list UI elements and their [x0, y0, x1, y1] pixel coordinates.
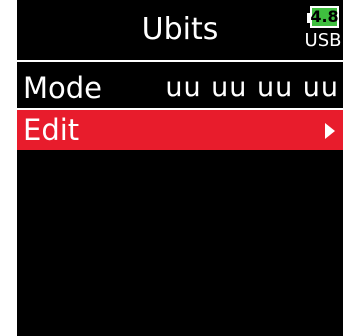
title-bar: Ubits 4.8 USB — [17, 0, 343, 60]
power-source-label: USB — [304, 30, 342, 51]
page-title: Ubits — [141, 12, 219, 47]
menu-item-value: uu uu uu uu — [165, 72, 339, 103]
menu-item-label: Mode — [23, 71, 103, 105]
menu-item-mode[interactable]: Mode uu uu uu uu — [17, 68, 343, 108]
menu-item-edit[interactable]: Edit — [17, 110, 343, 150]
triangle-right-arrow-icon — [325, 123, 335, 139]
battery-level: 4.8 — [310, 7, 339, 26]
menu-item-label: Edit — [23, 113, 80, 147]
battery-icon: 4.8 — [307, 6, 341, 32]
device-screen: Ubits 4.8 USB Mode uu uu uu uu Edit — [17, 0, 343, 336]
title-divider — [17, 60, 343, 62]
